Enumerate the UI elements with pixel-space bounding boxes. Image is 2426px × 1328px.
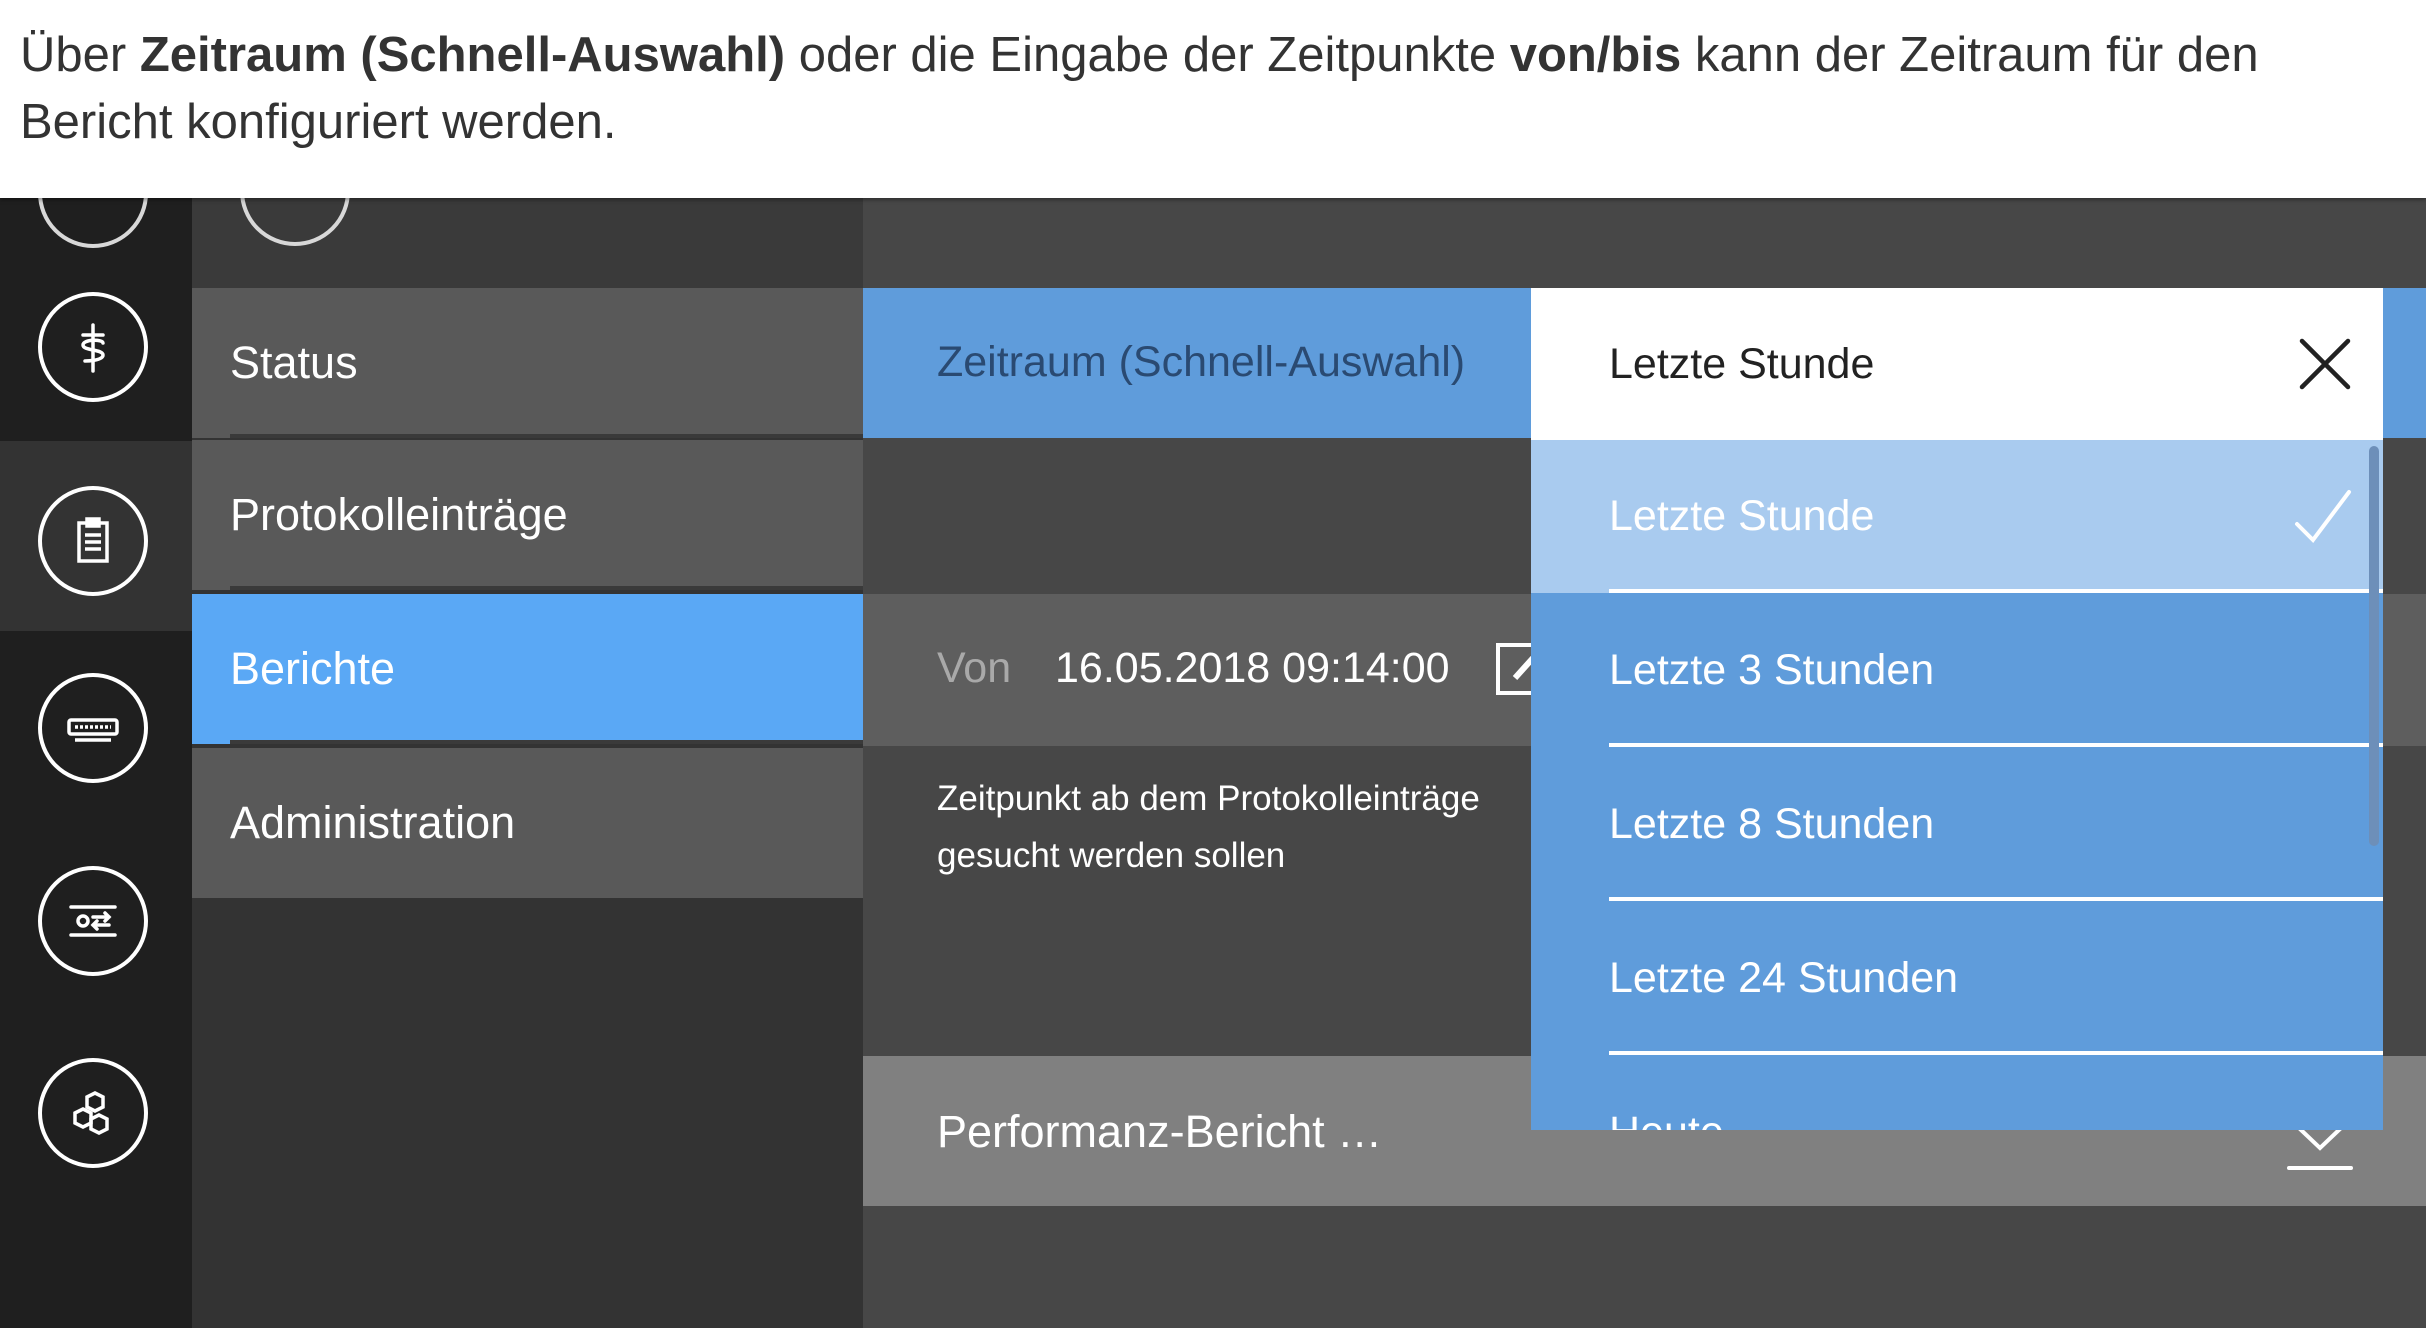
option-underline xyxy=(1609,743,2383,747)
option-underline xyxy=(1609,897,2383,901)
nav-item-status[interactable]: Status xyxy=(192,288,863,438)
zeitraum-label: Zeitraum (Schnell-Auswahl) xyxy=(937,338,1466,386)
option-underline xyxy=(1609,589,2383,593)
dropdown-option[interactable]: Letzte 8 Stunden xyxy=(1531,748,2383,901)
dropdown-option[interactable]: Letzte 24 Stunden xyxy=(1531,902,2383,1055)
option-label: Letzte 3 Stunden xyxy=(1609,646,1935,694)
nav-item-label: Protokolleinträge xyxy=(230,489,568,540)
nav-separator xyxy=(230,434,863,438)
network-icon[interactable] xyxy=(38,1058,148,1168)
checkmark-icon xyxy=(2295,490,2351,544)
nav-item-administration[interactable]: Administration xyxy=(192,748,863,898)
von-hint-text: Zeitpunkt ab dem Protokolleinträge gesuc… xyxy=(937,779,1480,875)
von-value[interactable]: 16.05.2018 09:14:00 xyxy=(1055,644,1450,693)
nav-item-label: Berichte xyxy=(230,643,396,694)
clipboard-icon[interactable] xyxy=(38,486,148,596)
option-label: Letzte 24 Stunden xyxy=(1609,954,1959,1002)
icon-rail xyxy=(0,138,192,1328)
instruction-bold-zeitraum: Zeitraum (Schnell-Auswahl) xyxy=(139,28,786,82)
von-label: Von xyxy=(937,644,1012,692)
option-label: Letzte Stunde xyxy=(1609,492,1875,540)
dropdown-option[interactable]: Heute xyxy=(1531,1056,2383,1130)
nav-item-label: Administration xyxy=(230,797,516,848)
dropdown-option[interactable]: Letzte Stunde xyxy=(1531,440,2383,593)
nav-item-label: Status xyxy=(230,337,358,388)
instruction-banner: Über Zeitraum (Schnell-Auswahl) oder die… xyxy=(0,0,2426,198)
instruction-text: Über Zeitraum (Schnell-Auswahl) oder die… xyxy=(20,28,2259,149)
nav-separator xyxy=(230,740,863,744)
settings-sliders-icon[interactable] xyxy=(38,866,148,976)
nav-separator xyxy=(230,586,863,590)
navigation-column: Status Protokolleinträge Berichte Admini… xyxy=(192,136,863,1328)
nav-item-berichte[interactable]: Berichte xyxy=(192,594,863,744)
nav-item-protokolleintraege[interactable]: Protokolleinträge xyxy=(192,440,863,590)
option-underline xyxy=(1609,1051,2383,1055)
dropdown-option[interactable]: Letzte 3 Stunden xyxy=(1531,594,2383,747)
medical-icon[interactable] xyxy=(38,292,148,402)
device-icon[interactable] xyxy=(38,673,148,783)
zeitraum-dropdown: Letzte Stunde Letzte Stunde Letzte 3 Stu… xyxy=(1531,288,2383,1130)
instruction-bold-vonbis: von/bis xyxy=(1509,28,1682,82)
performance-report-label: Performanz-Bericht … xyxy=(937,1106,1383,1157)
option-label: Letzte 8 Stunden xyxy=(1609,800,1935,848)
close-icon[interactable] xyxy=(2296,335,2354,393)
option-label: Heute xyxy=(1609,1108,1724,1130)
dropdown-header[interactable]: Letzte Stunde xyxy=(1531,288,2383,440)
dropdown-scrollbar[interactable] xyxy=(2369,446,2379,846)
dropdown-selected-value: Letzte Stunde xyxy=(1609,340,1875,388)
